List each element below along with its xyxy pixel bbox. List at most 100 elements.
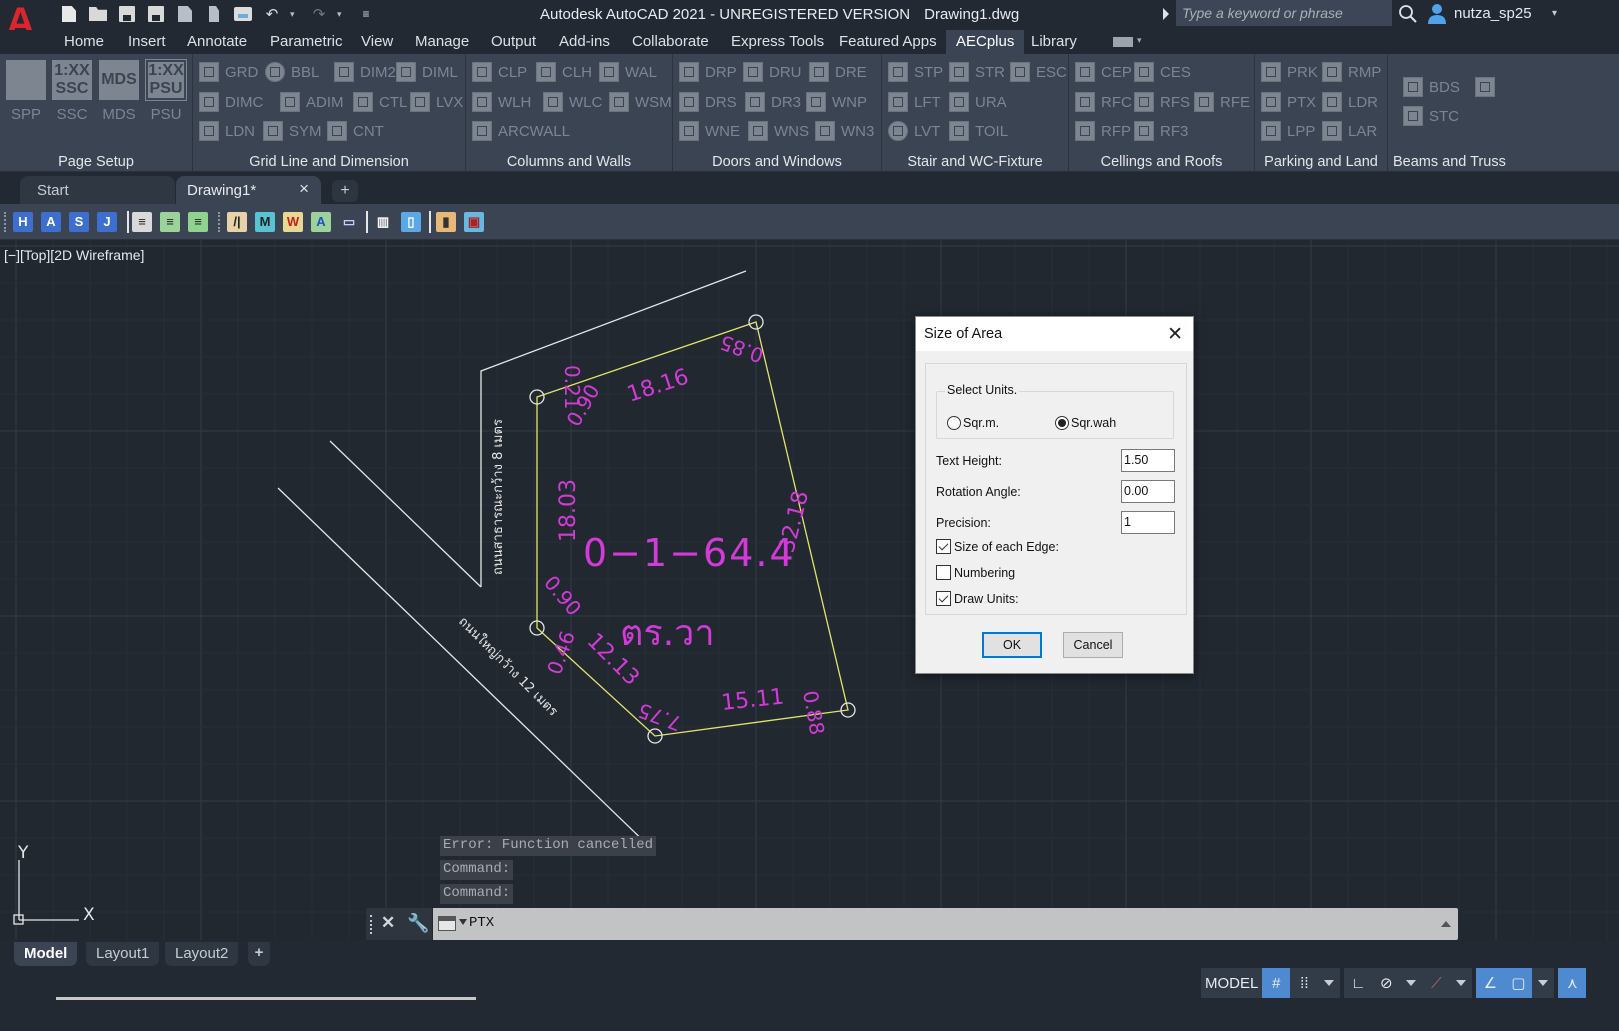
user-dropdown-icon[interactable]: ▾: [1552, 8, 1557, 19]
cmd-dre[interactable]: DRE: [809, 61, 867, 83]
road-label[interactable]: ถนนสาธารณะกว้าง 8 เมตร: [491, 419, 506, 575]
tab-featured-apps[interactable]: Featured Apps: [839, 30, 937, 54]
area-label[interactable]: 0−1−64.4: [583, 531, 796, 575]
isodraft-icon[interactable]: ⟋: [1422, 968, 1450, 998]
layer-freeze-icon[interactable]: ≡: [188, 212, 208, 232]
cmd-wal[interactable]: WAL: [599, 61, 657, 83]
command-line-grip[interactable]: [370, 915, 373, 934]
cmd-lpp[interactable]: LPP: [1261, 120, 1315, 142]
cmd-rfs[interactable]: RFS: [1134, 91, 1190, 113]
cmd-wsm[interactable]: WSM: [609, 91, 672, 113]
cmd-wn3[interactable]: WN3: [815, 120, 874, 142]
close-icon[interactable]: ✕: [381, 913, 395, 933]
search-icon[interactable]: [1398, 4, 1418, 24]
save-web-icon[interactable]: [203, 4, 225, 24]
redo-dropdown-icon[interactable]: ▾: [337, 9, 347, 20]
cmd-stp[interactable]: STP: [888, 61, 943, 83]
cmd-wnp[interactable]: WNP: [806, 91, 867, 113]
radio-sqr-wah[interactable]: Sqr.wah: [1055, 416, 1116, 430]
search-input[interactable]: Type a keyword or phrase: [1176, 0, 1392, 26]
edge-length-label[interactable]: 32.18: [775, 488, 814, 555]
user-name[interactable]: nutza_sp25: [1454, 5, 1532, 22]
grid-toggle-icon[interactable]: #: [1262, 968, 1291, 998]
tab-add-ins[interactable]: Add-ins: [559, 30, 610, 54]
m-tool-icon[interactable]: M: [255, 212, 275, 232]
cmd-lft[interactable]: LFT: [888, 91, 941, 113]
cmd-lvt[interactable]: LVT: [888, 120, 940, 142]
tab-library[interactable]: Library: [1031, 30, 1077, 54]
tab-output[interactable]: Output: [491, 30, 536, 54]
ribbon-minimize-dropdown-icon[interactable]: ▾: [1137, 35, 1142, 46]
cmd-psu[interactable]: 1:XX PSU PSU: [145, 59, 187, 123]
horizontal-scrollbar[interactable]: [56, 997, 476, 1000]
cmd-ptx[interactable]: PTX: [1261, 91, 1316, 113]
layout-tab-model[interactable]: Model: [14, 942, 78, 966]
cmd-wlc[interactable]: WLC: [543, 91, 602, 113]
cmd-adim[interactable]: ADIM: [280, 91, 344, 113]
cmd-drp[interactable]: DRP: [679, 61, 737, 83]
tab-insert[interactable]: Insert: [128, 30, 166, 54]
cmd-dru[interactable]: DRU: [743, 61, 802, 83]
new-tab-button[interactable]: +: [332, 180, 358, 202]
isodraft-dropdown-icon[interactable]: [1456, 980, 1467, 986]
window-tool-icon[interactable]: W: [283, 212, 303, 232]
undo-dropdown-icon[interactable]: ▾: [290, 9, 300, 20]
snap-toggle-icon[interactable]: ⁞⁞: [1290, 968, 1318, 998]
ortho-toggle-icon[interactable]: ∟: [1344, 968, 1372, 998]
door-tool-icon[interactable]: /|: [227, 212, 247, 232]
cmd-sym[interactable]: SYM: [263, 120, 322, 142]
wall-tool-icon[interactable]: ▭: [339, 212, 359, 232]
search-expand-icon[interactable]: [1163, 8, 1169, 20]
open-icon[interactable]: [87, 4, 109, 24]
command-history-expand-icon[interactable]: [1441, 921, 1451, 927]
hatch-tool-icon[interactable]: H: [13, 212, 33, 232]
edge-length-label[interactable]: 7.75: [635, 698, 685, 736]
checkbox-unchecked-icon[interactable]: [936, 565, 951, 580]
angle-label[interactable]: 0.88: [798, 689, 829, 737]
command-line-input[interactable]: PTX: [433, 908, 1458, 940]
cmd-bbl[interactable]: BBL: [265, 61, 319, 83]
drawing-svg[interactable]: 0−1−64.4 ตร.วา 18.16 32.18 15.11 12.13 1…: [0, 240, 1619, 940]
recent-commands-dropdown-icon[interactable]: [459, 919, 467, 925]
undo-icon[interactable]: ↶: [261, 4, 283, 24]
cmd-esc[interactable]: ESC: [1010, 61, 1067, 83]
tab-annotate[interactable]: Annotate: [187, 30, 247, 54]
object-snap-icon[interactable]: ▢: [1504, 968, 1533, 998]
cmd-mds[interactable]: MDS MDS: [99, 60, 139, 123]
style-tool-icon[interactable]: S: [69, 212, 89, 232]
polar-tracking-icon[interactable]: ⊘: [1372, 968, 1400, 998]
layout-tab-layout2[interactable]: Layout2: [165, 942, 239, 966]
cmd-rfe[interactable]: RFE: [1194, 91, 1250, 113]
layout-tab-layout1[interactable]: Layout1: [86, 942, 160, 966]
numbering-checkbox[interactable]: Numbering: [936, 565, 1015, 580]
toolbar-grip[interactable]: [4, 212, 7, 232]
radio-selected-icon[interactable]: [1055, 416, 1069, 430]
open-web-icon[interactable]: [174, 4, 196, 24]
cmd-wns[interactable]: WNS: [748, 120, 809, 142]
cabinet-tool-icon[interactable]: ▮: [436, 212, 456, 232]
cmd-clh[interactable]: CLH: [536, 61, 592, 83]
viewport-controls[interactable]: [−][Top][2D Wireframe]: [4, 247, 144, 263]
redo-icon[interactable]: ↷: [308, 4, 330, 24]
cmd-str[interactable]: STR: [949, 61, 1005, 83]
unit-label[interactable]: ตร.วา: [620, 613, 715, 654]
angle-label[interactable]: 0.21: [560, 365, 584, 410]
cmd-ssc[interactable]: 1:XX SSC SSC: [52, 60, 92, 123]
cmd-ctl[interactable]: CTL: [353, 91, 407, 113]
radio-circle-icon[interactable]: [947, 416, 961, 430]
tab-start[interactable]: Start: [20, 176, 175, 204]
cmd-spp[interactable]: SPP: [6, 60, 46, 123]
edge-length-label[interactable]: 18.03: [556, 479, 581, 542]
cmd-ldn[interactable]: LDN: [199, 120, 255, 142]
cmd-truss[interactable]: [1475, 76, 1501, 98]
grid-box-tool-icon[interactable]: ▥: [373, 212, 393, 232]
area-tool-icon[interactable]: A: [311, 212, 331, 232]
cmd-grd[interactable]: GRD: [199, 61, 258, 83]
edge-length-label[interactable]: 15.11: [720, 685, 785, 716]
text-height-input[interactable]: 1.50: [1121, 449, 1175, 472]
object-snap-dropdown-icon[interactable]: [1538, 980, 1549, 986]
cmd-lar[interactable]: LAR: [1322, 120, 1377, 142]
cmd-rfc[interactable]: RFC: [1075, 91, 1132, 113]
close-icon[interactable]: ✕: [1167, 323, 1183, 346]
cmd-stc[interactable]: STC: [1403, 105, 1459, 127]
